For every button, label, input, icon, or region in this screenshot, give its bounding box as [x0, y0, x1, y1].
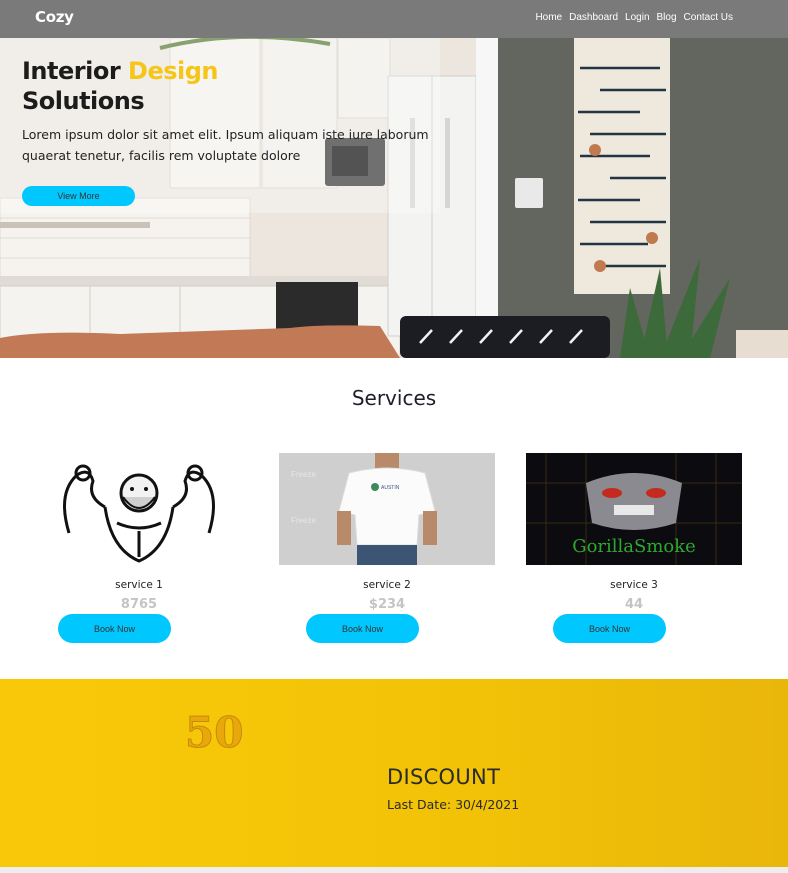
hero-title-accent: Design	[128, 57, 218, 85]
nav-link-login[interactable]: Login	[625, 12, 649, 23]
shirt-watermark-2: Freeze	[291, 516, 316, 525]
discount-section: 50 DISCOUNT Last Date: 30/4/2021	[0, 679, 788, 867]
shirt-watermark-1: Freeze	[291, 470, 316, 479]
service-1-price: 8765	[120, 597, 158, 612]
hero-title: Interior Design Solutions	[22, 56, 218, 116]
service-1-name: service 1	[115, 579, 163, 591]
nav-link-contact-us[interactable]: Contact Us	[684, 12, 733, 23]
service-3-image: GorillaSmoke	[526, 453, 742, 565]
nav-link-dashboard[interactable]: Dashboard	[569, 12, 618, 23]
discount-title: DISCOUNT	[387, 765, 501, 789]
service-3-price: 44	[624, 597, 644, 612]
hero-section: Interior Design Solutions Lorem ipsum do…	[0, 38, 788, 358]
hero-title-part2: Solutions	[22, 87, 145, 115]
navbar: Cozy Home Dashboard Login Blog Contact U…	[0, 0, 788, 38]
discount-badge-text: 50	[185, 708, 243, 757]
service-3-book-now-button[interactable]: Book Now	[553, 614, 666, 643]
service-1-book-now-button[interactable]: Book Now	[58, 614, 171, 643]
shirt-logo-text: AUSTIN	[381, 485, 400, 491]
view-more-button[interactable]: View More	[22, 186, 135, 206]
service-3-name: service 3	[610, 579, 658, 591]
services-heading: Services	[351, 386, 437, 410]
service-2-image: Freeze Freeze AUSTIN	[279, 453, 495, 565]
gorilla-logo-text: GorillaSmoke	[572, 536, 696, 557]
nav-link-home[interactable]: Home	[535, 12, 562, 23]
nav-links: Home Dashboard Login Blog Contact Us	[535, 12, 733, 23]
discount-badge-image: 50	[185, 708, 244, 758]
page-bottom-strip	[0, 867, 788, 873]
service-2-price: $234	[368, 597, 406, 612]
service-2-book-now-button[interactable]: Book Now	[306, 614, 419, 643]
service-1-image	[31, 453, 247, 565]
hero-description: Lorem ipsum dolor sit amet elit. Ipsum a…	[22, 127, 429, 163]
nav-link-blog[interactable]: Blog	[657, 12, 677, 23]
discount-date: Last Date: 30/4/2021	[387, 797, 520, 812]
hero-title-part1: Interior	[22, 57, 129, 85]
service-2-name: service 2	[363, 579, 411, 591]
brand-logo[interactable]: Cozy	[35, 8, 74, 26]
